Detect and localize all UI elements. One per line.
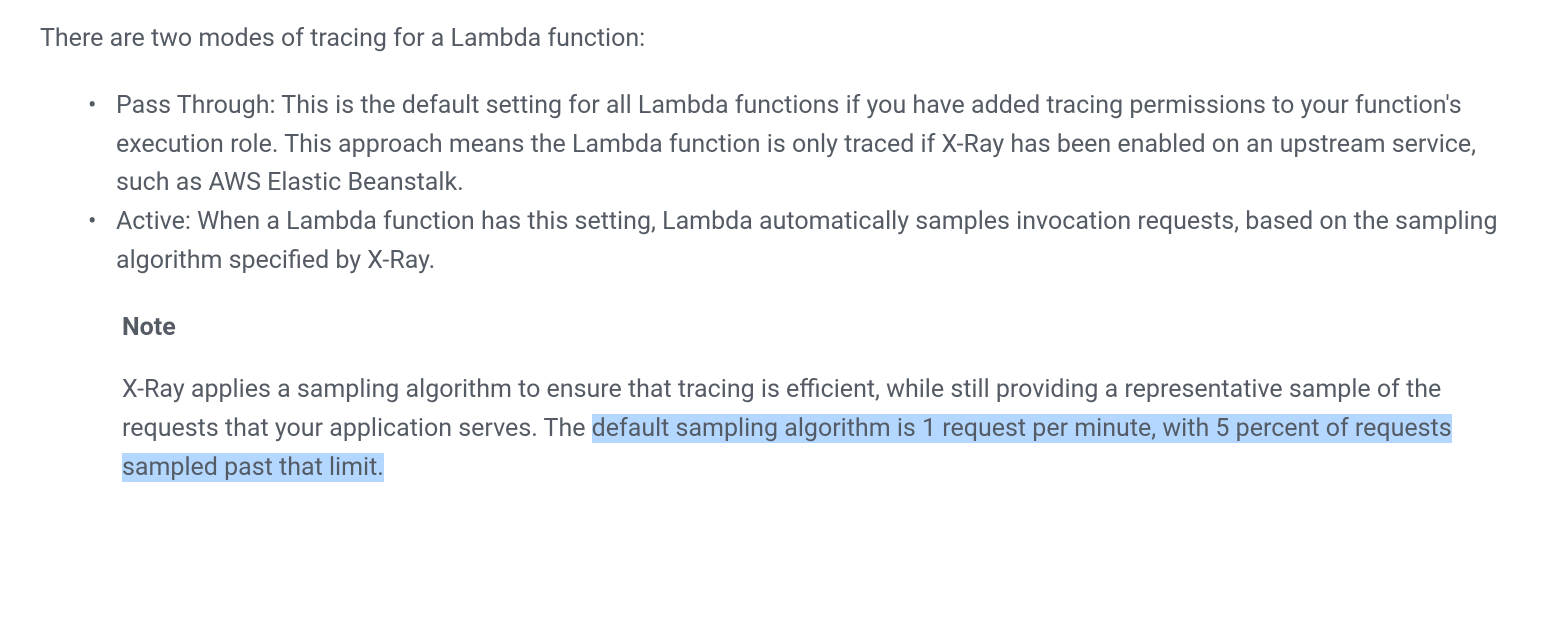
note-body: X-Ray applies a sampling algorithm to en… bbox=[122, 371, 1498, 487]
intro-paragraph: There are two modes of tracing for a Lam… bbox=[40, 20, 1518, 59]
tracing-modes-list: Pass Through: This is the default settin… bbox=[40, 87, 1518, 281]
note-block: Note X-Ray applies a sampling algorithm … bbox=[122, 309, 1518, 488]
list-item: Active: When a Lambda function has this … bbox=[88, 203, 1518, 281]
list-item: Pass Through: This is the default settin… bbox=[88, 87, 1518, 203]
note-heading: Note bbox=[122, 309, 1498, 348]
